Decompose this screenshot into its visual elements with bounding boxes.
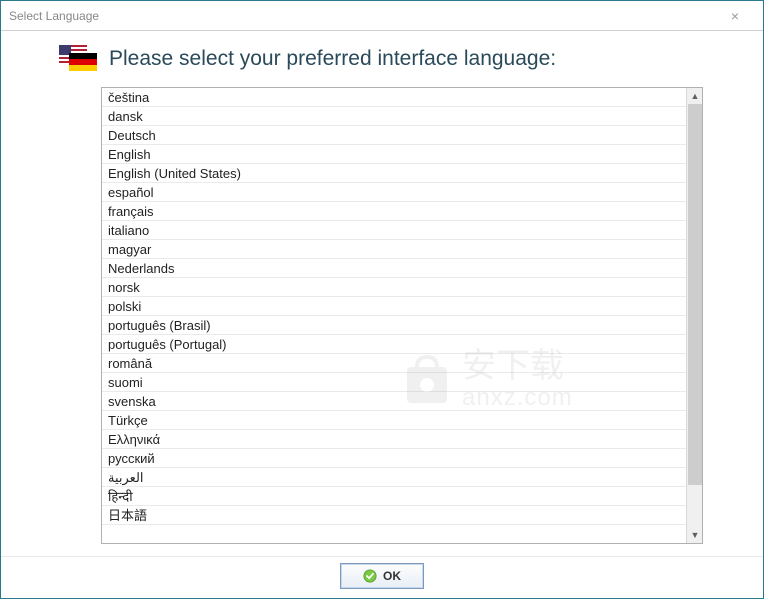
language-option[interactable]: 日本語 — [102, 506, 686, 525]
language-option[interactable]: Türkçe — [102, 411, 686, 430]
language-option[interactable]: العربية — [102, 468, 686, 487]
language-option[interactable]: suomi — [102, 373, 686, 392]
language-option[interactable]: español — [102, 183, 686, 202]
language-option[interactable]: हिन्दी — [102, 487, 686, 506]
language-option[interactable]: Nederlands — [102, 259, 686, 278]
scrollbar[interactable]: ▲ ▼ — [686, 88, 702, 543]
language-option[interactable]: română — [102, 354, 686, 373]
scroll-track[interactable] — [687, 104, 703, 527]
titlebar: Select Language × — [1, 1, 763, 31]
language-option[interactable]: čeština — [102, 88, 686, 107]
ok-button[interactable]: OK — [340, 563, 424, 589]
scroll-up-arrow-icon[interactable]: ▲ — [687, 88, 703, 104]
ok-label: OK — [383, 569, 401, 583]
language-option[interactable]: dansk — [102, 107, 686, 126]
language-option[interactable]: svenska — [102, 392, 686, 411]
language-listbox[interactable]: češtinadanskDeutschEnglishEnglish (Unite… — [101, 87, 703, 544]
language-option[interactable]: English (United States) — [102, 164, 686, 183]
language-option[interactable]: polski — [102, 297, 686, 316]
language-option[interactable]: Ελληνικά — [102, 430, 686, 449]
footer: OK — [1, 556, 763, 598]
language-option[interactable]: русский — [102, 449, 686, 468]
language-option[interactable]: français — [102, 202, 686, 221]
scroll-thumb[interactable] — [688, 104, 702, 485]
language-option[interactable]: italiano — [102, 221, 686, 240]
close-button[interactable]: × — [715, 2, 755, 30]
dialog-window: Select Language × Please select your pre… — [0, 0, 764, 599]
scroll-down-arrow-icon[interactable]: ▼ — [687, 527, 703, 543]
check-icon — [363, 569, 377, 583]
language-option[interactable]: English — [102, 145, 686, 164]
header-text: Please select your preferred interface l… — [109, 47, 556, 71]
language-option[interactable]: português (Brasil) — [102, 316, 686, 335]
flags-icon — [61, 47, 97, 71]
window-title: Select Language — [9, 9, 715, 23]
header: Please select your preferred interface l… — [1, 31, 763, 79]
language-option[interactable]: Deutsch — [102, 126, 686, 145]
language-option[interactable]: magyar — [102, 240, 686, 259]
close-icon: × — [731, 8, 739, 24]
language-option[interactable]: português (Portugal) — [102, 335, 686, 354]
language-option[interactable]: norsk — [102, 278, 686, 297]
